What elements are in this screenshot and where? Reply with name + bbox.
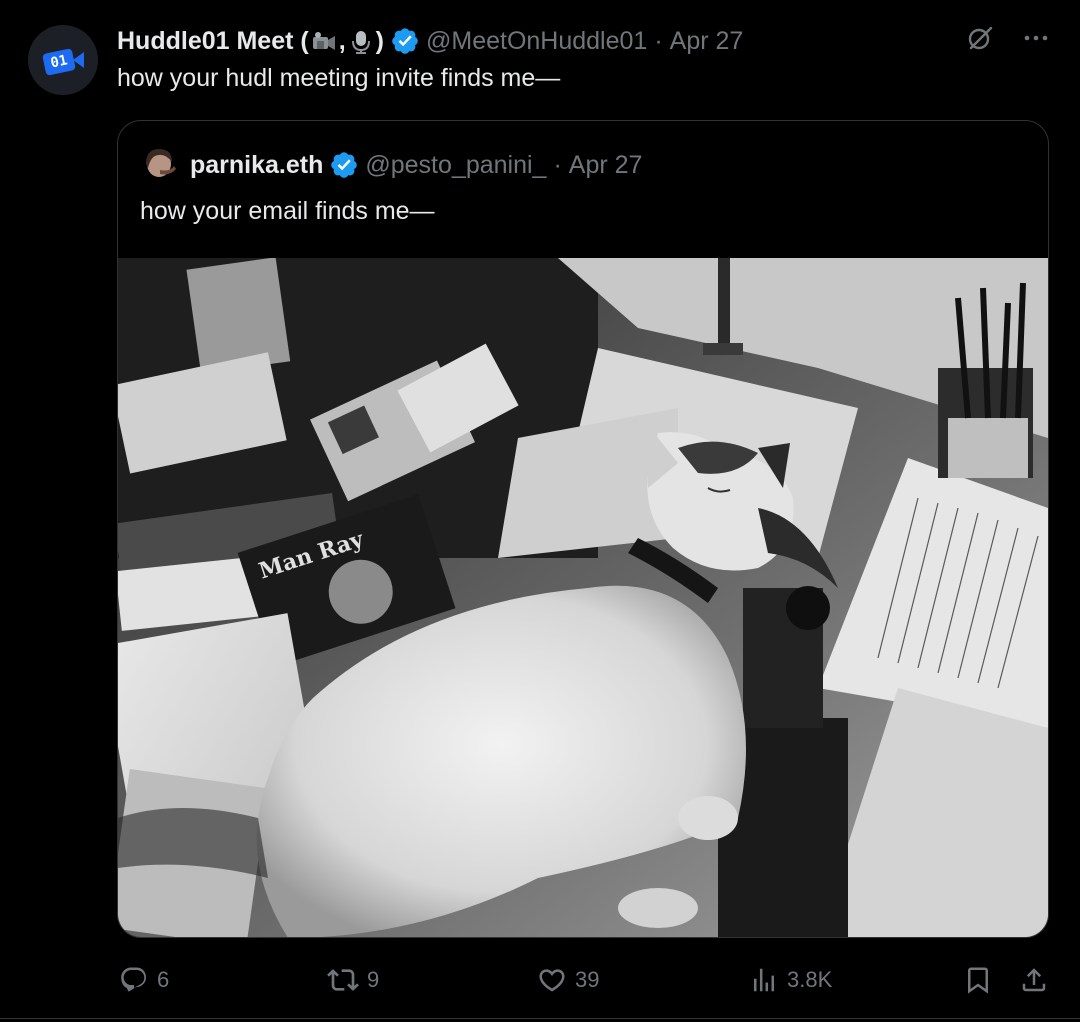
- heart-icon: [539, 969, 565, 992]
- display-name-suffix: ): [375, 26, 384, 55]
- repost-button[interactable]: 9: [327, 955, 379, 1005]
- quoted-tweet-header: parnika.eth @pesto_panini_ · Apr 27: [140, 146, 643, 184]
- camera-shape: [73, 52, 84, 68]
- tweet-header: Huddle01 Meet (,) @MeetOnHuddle01 · Apr …: [117, 22, 743, 60]
- more-options-icon[interactable]: [1022, 24, 1050, 57]
- bookmark-button[interactable]: [963, 955, 993, 1005]
- reply-count: 6: [157, 967, 170, 992]
- like-button[interactable]: 39: [537, 955, 599, 1005]
- tweet-text: how your hudl meeting invite finds me—: [117, 64, 561, 92]
- tweet-date[interactable]: Apr 27: [670, 27, 744, 56]
- microphone-emoji-icon: [348, 29, 374, 55]
- share-icon: [1022, 968, 1046, 992]
- analytics-icon: [754, 968, 774, 992]
- quoted-verified-badge-icon: [329, 150, 359, 180]
- author-display-name[interactable]: Huddle01 Meet (,): [117, 27, 384, 56]
- bookmark-icon: [968, 967, 988, 994]
- views-button[interactable]: 3.8K: [749, 955, 832, 1005]
- tweet[interactable]: 01 Huddle01 Meet (,) @MeetOnHuddle01 · A…: [0, 0, 1080, 1022]
- reply-icon: [121, 967, 147, 992]
- quoted-tweet-text: how your email finds me—: [140, 197, 435, 225]
- repost-icon: [327, 969, 359, 991]
- quoted-author-avatar: [140, 146, 178, 184]
- quoted-author-name[interactable]: parnika.eth: [190, 151, 323, 180]
- huddle01-logo-icon: 01: [40, 45, 86, 76]
- like-count: 39: [575, 967, 600, 992]
- divider: [0, 1018, 1080, 1019]
- quoted-separator-dot: ·: [553, 150, 562, 179]
- author-handle[interactable]: @MeetOnHuddle01: [426, 27, 647, 56]
- author-avatar[interactable]: 01: [28, 25, 98, 95]
- video-camera-emoji-icon: [311, 29, 337, 55]
- quoted-author-handle[interactable]: @pesto_panini_: [365, 151, 546, 180]
- repost-count: 9: [367, 967, 380, 992]
- views-count: 3.8K: [787, 967, 833, 992]
- verified-badge-icon: [390, 26, 420, 56]
- share-button[interactable]: [1019, 955, 1049, 1005]
- top-actions: [966, 24, 1050, 57]
- display-name-sep: ,: [338, 26, 346, 55]
- grok-icon[interactable]: [966, 24, 994, 57]
- quoted-tweet-card[interactable]: parnika.eth @pesto_panini_ · Apr 27 how …: [117, 120, 1049, 938]
- display-name-prefix: Huddle01 Meet (: [117, 26, 309, 55]
- tweet-actions-bar: 6 9 39 3.8K: [117, 955, 1052, 1005]
- cat-on-desk-photo[interactable]: Man Ray: [118, 258, 1048, 938]
- separator-dot: ·: [654, 26, 663, 55]
- quoted-tweet-date[interactable]: Apr 27: [569, 151, 643, 180]
- avatar-text: 01: [42, 48, 76, 76]
- reply-button[interactable]: 6: [119, 955, 169, 1005]
